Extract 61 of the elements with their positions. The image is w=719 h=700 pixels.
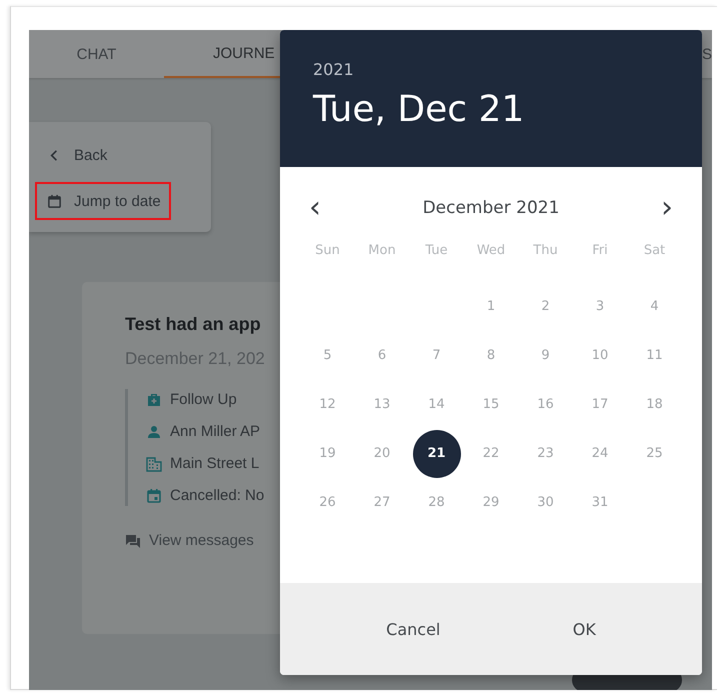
day-button[interactable]: 23: [522, 430, 570, 478]
day-button[interactable]: 8: [467, 332, 515, 380]
day-button[interactable]: 25: [630, 430, 678, 478]
day-button[interactable]: 10: [576, 332, 624, 380]
weekday-label: Fri: [592, 242, 608, 260]
selected-year[interactable]: 2021: [313, 60, 354, 79]
day-button[interactable]: 14: [412, 380, 460, 428]
menu-item[interactable]: Back: [35, 136, 118, 174]
day-button[interactable]: 13: [358, 380, 406, 428]
day-button[interactable]: 4: [630, 282, 678, 330]
day-button[interactable]: 20: [358, 430, 406, 478]
day-button[interactable]: 12: [304, 380, 352, 428]
detail-text: Follow Up: [170, 391, 237, 408]
day-button[interactable]: 24: [576, 430, 624, 478]
detail-text: Ann Miller AP: [170, 423, 260, 440]
selected-date: Tue, Dec 21: [313, 89, 524, 130]
day-button[interactable]: 29: [467, 478, 515, 526]
dialog-button[interactable]: Cancel: [370, 612, 456, 646]
day-button[interactable]: 3: [576, 282, 624, 330]
medical-bag-icon: [146, 392, 162, 408]
detail-text: Main Street L: [170, 455, 260, 472]
tab[interactable]: CHAT: [29, 30, 164, 78]
person-icon: [146, 424, 162, 440]
menu-item[interactable]: Jump to date: [35, 182, 171, 220]
day-button[interactable]: 19: [304, 430, 352, 478]
weekday-label: Sun: [315, 242, 340, 260]
day-button[interactable]: 6: [358, 332, 406, 380]
day-button[interactable]: 15: [467, 380, 515, 428]
building-icon: [146, 456, 162, 472]
day-button[interactable]: 26: [304, 478, 352, 526]
detail-text: Cancelled: No: [170, 487, 264, 504]
calendar-icon: [47, 194, 62, 208]
day-button[interactable]: 28: [412, 478, 460, 526]
previous-month-button[interactable]: ‹: [300, 190, 330, 226]
day-button[interactable]: 2: [522, 282, 570, 330]
weekday-label: Mon: [368, 242, 396, 260]
day-button[interactable]: 31: [576, 478, 624, 526]
calendar-event-icon: [146, 488, 162, 504]
day-button[interactable]: 9: [522, 332, 570, 380]
month-label: December 2021: [422, 198, 560, 218]
next-month-button[interactable]: ›: [652, 190, 682, 226]
day-button[interactable]: 5: [304, 332, 352, 380]
weekday-label: Thu: [533, 242, 558, 260]
weekday-label: Sat: [644, 242, 666, 260]
card-title: Test had an app: [125, 314, 262, 335]
day-button[interactable]: 30: [522, 478, 570, 526]
day-button[interactable]: 18: [630, 380, 678, 428]
day-button[interactable]: 7: [412, 332, 460, 380]
weekday-label: Tue: [425, 242, 448, 260]
day-button[interactable]: 22: [467, 430, 515, 478]
day-button[interactable]: 1: [467, 282, 515, 330]
dialog-button[interactable]: OK: [556, 612, 612, 646]
view-messages-link[interactable]: View messages: [125, 532, 254, 549]
chat-icon: [125, 532, 141, 548]
day-button[interactable]: 27: [358, 478, 406, 526]
weekday-label: Wed: [476, 242, 506, 260]
day-button[interactable]: 11: [630, 332, 678, 380]
tab[interactable]: S: [702, 30, 712, 78]
day-button[interactable]: 17: [576, 380, 624, 428]
day-button[interactable]: 21: [412, 430, 460, 478]
day-button[interactable]: 16: [522, 380, 570, 428]
